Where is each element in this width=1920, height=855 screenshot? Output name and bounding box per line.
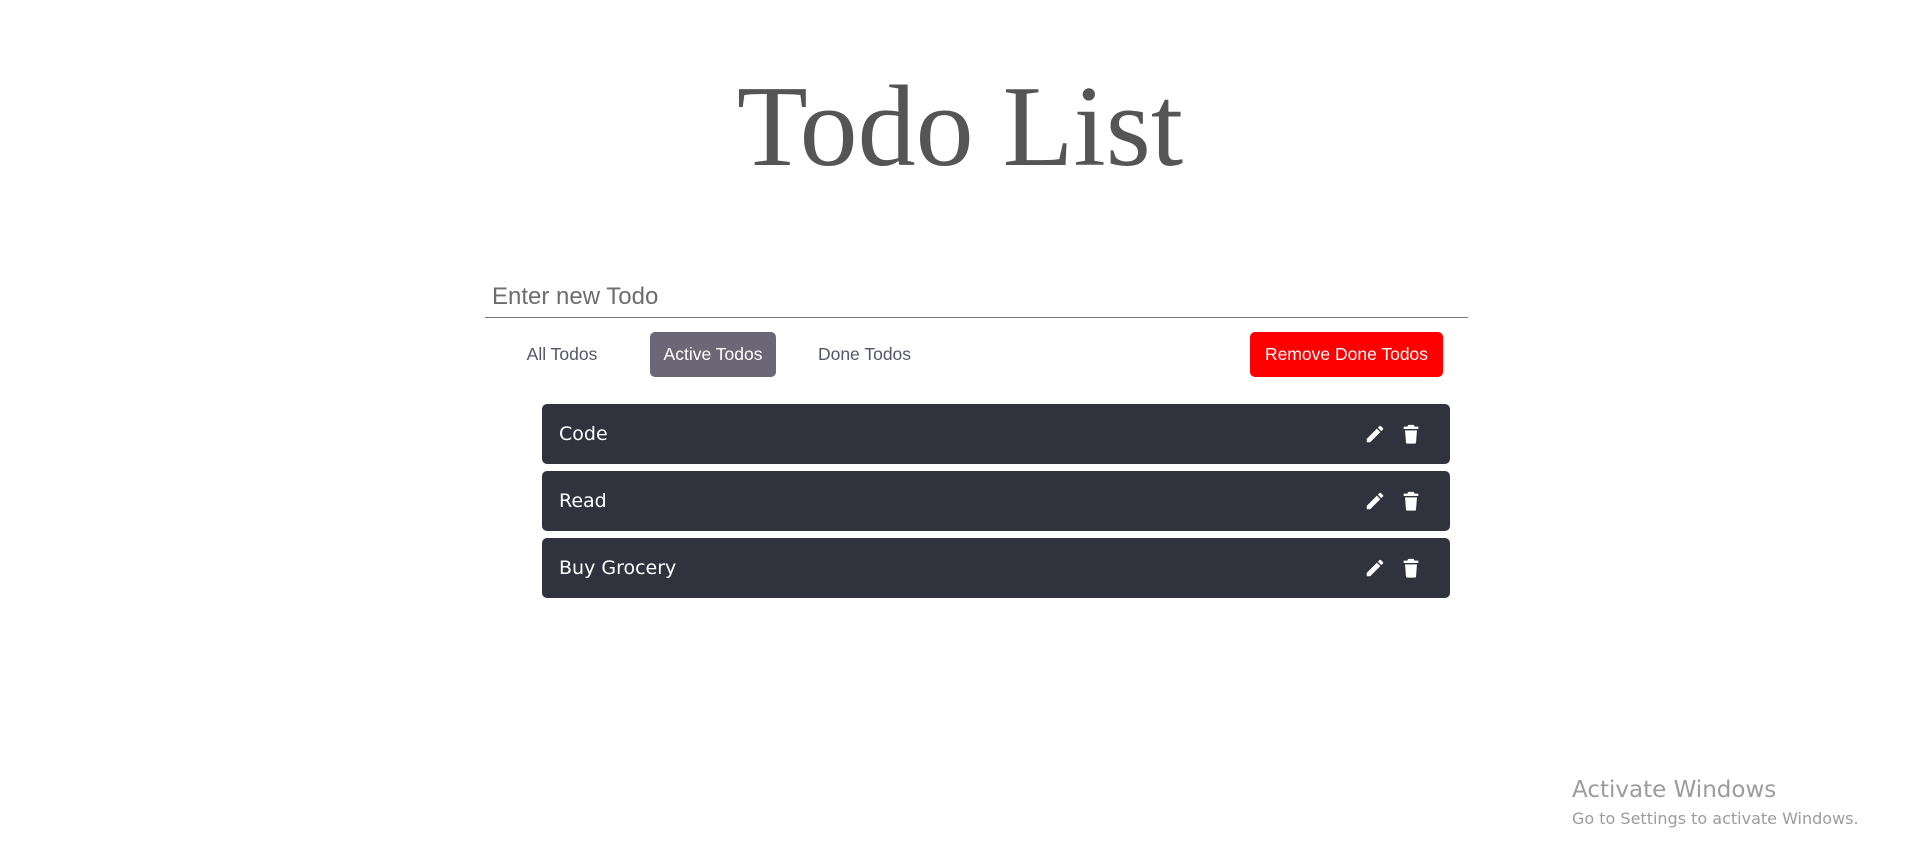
todo-text: Code — [559, 423, 608, 445]
todo-app-page: Todo List All Todos Active Todos Done To… — [0, 0, 1920, 855]
todo-text: Buy Grocery — [559, 557, 677, 579]
filter-bar: All Todos Active Todos Done Todos Remove… — [0, 332, 1920, 378]
new-todo-input[interactable] — [485, 276, 1468, 318]
todo-actions — [1364, 538, 1422, 598]
trash-icon[interactable] — [1400, 490, 1422, 512]
trash-icon[interactable] — [1400, 557, 1422, 579]
todo-actions — [1364, 471, 1422, 531]
todo-text: Read — [559, 490, 607, 512]
done-todos-filter-button[interactable]: Done Todos — [802, 332, 927, 377]
pencil-icon[interactable] — [1364, 423, 1386, 445]
all-todos-filter-button[interactable]: All Todos — [512, 332, 612, 377]
activate-windows-title: Activate Windows — [1572, 777, 1777, 803]
todo-list: Code Read Buy Grocery — [542, 404, 1450, 605]
todo-item: Code — [542, 404, 1450, 464]
pencil-icon[interactable] — [1364, 557, 1386, 579]
todo-actions — [1364, 404, 1422, 464]
todo-item: Buy Grocery — [542, 538, 1450, 598]
page-title: Todo List — [736, 63, 1184, 191]
trash-icon[interactable] — [1400, 423, 1422, 445]
pencil-icon[interactable] — [1364, 490, 1386, 512]
active-todos-filter-button[interactable]: Active Todos — [650, 332, 776, 377]
remove-done-todos-button[interactable]: Remove Done Todos — [1250, 332, 1443, 377]
activate-windows-subtitle: Go to Settings to activate Windows. — [1572, 809, 1859, 828]
activate-windows-watermark: Activate Windows Go to Settings to activ… — [1572, 775, 1859, 831]
todo-item: Read — [542, 471, 1450, 531]
